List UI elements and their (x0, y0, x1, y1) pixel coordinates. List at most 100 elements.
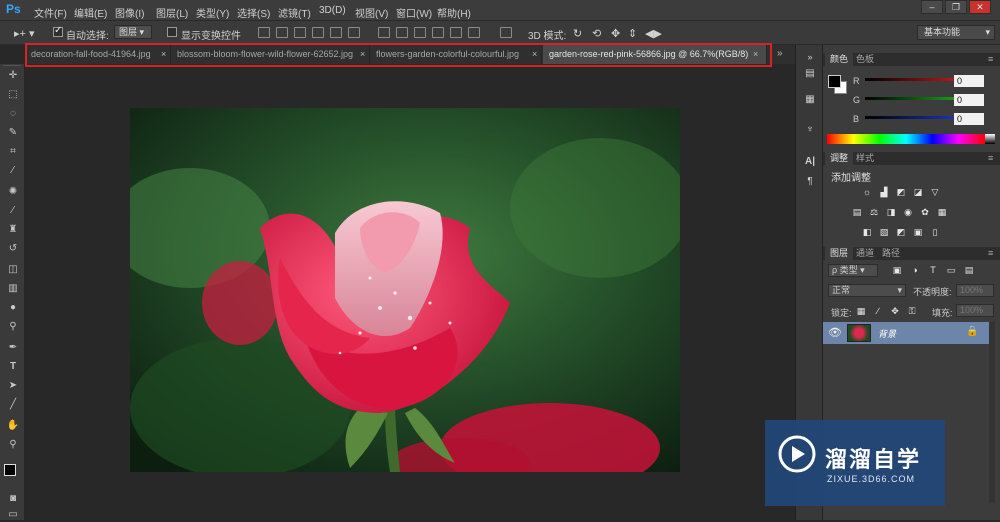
menu-3d[interactable]: 3D(D) (319, 5, 346, 16)
panel-menu-icon[interactable]: ≡ (983, 247, 998, 260)
move-tool-icon[interactable]: ✛ (6, 69, 20, 83)
distribute-hcenter-icon[interactable] (450, 27, 462, 38)
lock-all-icon[interactable]: ⚿ (906, 306, 918, 317)
opacity-input[interactable]: 100% (956, 284, 994, 297)
layers-scrollbar[interactable] (989, 322, 995, 502)
curves-icon[interactable]: ◩ (895, 187, 907, 198)
menu-help[interactable]: 帮助(H) (437, 5, 471, 20)
filter-type-icon[interactable]: T (927, 265, 939, 276)
filter-adjustment-icon[interactable]: ◑ (909, 265, 921, 276)
crop-tool-icon[interactable]: ⌗ (6, 145, 20, 159)
3d-slide-icon[interactable]: ⇕ (628, 27, 637, 40)
channel-mixer-icon[interactable]: ✿ (919, 207, 931, 218)
pen-tool-icon[interactable]: ✒ (6, 341, 20, 355)
distribute-vcenter-icon[interactable] (396, 27, 408, 38)
tab-adjustments[interactable]: 调整 (825, 152, 854, 165)
invert-icon[interactable]: ◧ (861, 227, 873, 238)
distribute-bottom-icon[interactable] (414, 27, 426, 38)
eyedropper-tool-icon[interactable]: ⁄ (6, 164, 20, 178)
menu-type[interactable]: 类型(Y) (196, 5, 229, 20)
eraser-tool-icon[interactable]: ◫ (6, 263, 20, 277)
properties-panel-icon[interactable]: ▦ (803, 93, 817, 107)
black-white-ramp[interactable] (985, 134, 995, 144)
posterize-icon[interactable]: ▧ (878, 227, 890, 238)
close-icon[interactable]: × (161, 45, 166, 63)
lock-pixels-icon[interactable]: ∕ (872, 306, 884, 317)
brush-presets-icon[interactable]: ♆ (803, 123, 817, 137)
blend-mode-dropdown[interactable]: 正常 ▾ (828, 284, 906, 297)
foreground-color-swatch[interactable] (828, 75, 841, 88)
align-left-icon[interactable] (312, 27, 324, 38)
show-transform-checkbox[interactable] (167, 27, 177, 37)
character-panel-icon[interactable]: A| (803, 155, 817, 169)
hue-saturation-icon[interactable]: ▤ (851, 207, 863, 218)
red-value[interactable]: 0 (954, 75, 984, 87)
menu-file[interactable]: 文件(F) (34, 5, 67, 20)
3d-scale-icon[interactable]: ◀▶ (645, 27, 662, 40)
marquee-tool-icon[interactable]: ⬚ (6, 88, 20, 102)
color-spectrum-bar[interactable] (827, 134, 985, 144)
menu-image[interactable]: 图像(I) (115, 5, 144, 20)
brush-tool-icon[interactable]: ∕ (6, 204, 20, 218)
lock-transparency-icon[interactable]: ▦ (855, 306, 867, 317)
hand-tool-icon[interactable]: ✋ (6, 419, 20, 433)
color-lookup-icon[interactable]: ▦ (936, 207, 948, 218)
blue-value[interactable]: 0 (954, 113, 984, 125)
rose-image[interactable] (130, 108, 680, 472)
tab-layers[interactable]: 图层 (825, 247, 854, 260)
threshold-icon[interactable]: ◩ (895, 227, 907, 238)
workspace-dropdown[interactable]: 基本功能 ▾ (917, 25, 995, 40)
vibrance-icon[interactable]: ▽ (929, 187, 941, 198)
tab-garden-rose[interactable]: garden-rose-red-pink-56866.jpg @ 66.7%(R… (543, 45, 767, 64)
close-icon[interactable]: × (532, 45, 537, 63)
tab-color[interactable]: 颜色 (825, 53, 854, 66)
quick-mask-icon[interactable]: ◙ (6, 492, 20, 506)
more-tabs-icon[interactable]: » (777, 45, 783, 63)
menu-select[interactable]: 选择(S) (237, 5, 270, 20)
black-white-icon[interactable]: ◨ (885, 207, 897, 218)
tab-styles[interactable]: 样式 (851, 152, 879, 165)
selective-color-icon[interactable]: ▣ (912, 227, 924, 238)
close-icon[interactable]: × (360, 45, 365, 63)
exposure-icon[interactable]: ◪ (912, 187, 924, 198)
fill-input[interactable]: 100% (956, 304, 994, 317)
align-right-icon[interactable] (348, 27, 360, 38)
auto-align-icon[interactable] (500, 27, 512, 38)
brightness-icon[interactable]: ☼ (861, 187, 873, 198)
distribute-left-icon[interactable] (432, 27, 444, 38)
dodge-tool-icon[interactable]: ⚲ (6, 320, 20, 334)
zoom-tool-icon[interactable]: ⚲ (6, 438, 20, 452)
menu-edit[interactable]: 编辑(E) (74, 5, 107, 20)
auto-select-dropdown[interactable]: 图层 ▾ (114, 25, 152, 39)
move-tool-preset-icon[interactable]: ▸+ ▾ (14, 27, 35, 40)
menu-layer[interactable]: 图层(L) (156, 5, 188, 20)
layer-name[interactable]: 背景 (878, 327, 896, 340)
3d-pan-icon[interactable]: ✥ (611, 27, 620, 40)
gradient-map-icon[interactable]: ▯ (929, 227, 941, 238)
menu-filter[interactable]: 滤镜(T) (278, 5, 311, 20)
tab-channels[interactable]: 通道 (851, 247, 879, 260)
auto-select-checkbox[interactable]: ✓ (53, 25, 63, 37)
tab-blossom[interactable]: blossom-bloom-flower-wild-flower-62652.j… (171, 45, 370, 64)
layer-kind-filter[interactable]: ρ 类型 ▾ (828, 264, 878, 277)
menu-window[interactable]: 窗口(W) (396, 5, 432, 20)
layer-row-background[interactable]: 👁 背景 🔒 (823, 322, 989, 344)
type-tool-icon[interactable]: T (6, 360, 20, 374)
history-brush-tool-icon[interactable]: ↺ (6, 242, 20, 256)
restore-button[interactable]: ❐ (945, 0, 967, 14)
menu-view[interactable]: 视图(V) (355, 5, 388, 20)
3d-rotate-icon[interactable]: ↻ (573, 27, 582, 40)
filter-pixel-icon[interactable]: ▣ (891, 265, 903, 276)
lock-position-icon[interactable]: ✥ (889, 306, 901, 317)
distribute-right-icon[interactable] (468, 27, 480, 38)
tab-flowers-garden[interactable]: flowers-garden-colorful-colourful.jpg (370, 45, 542, 64)
close-button[interactable]: ✕ (969, 0, 991, 14)
close-icon[interactable]: × (753, 45, 758, 63)
green-value[interactable]: 0 (954, 94, 984, 106)
panel-menu-icon[interactable]: ≡ (983, 53, 998, 66)
line-tool-icon[interactable]: ╱ (6, 398, 20, 412)
history-panel-icon[interactable]: ▤ (803, 67, 817, 81)
visibility-eye-icon[interactable]: 👁 (828, 326, 842, 339)
levels-icon[interactable]: ▟ (878, 187, 890, 198)
3d-roll-icon[interactable]: ⟲ (592, 27, 601, 40)
